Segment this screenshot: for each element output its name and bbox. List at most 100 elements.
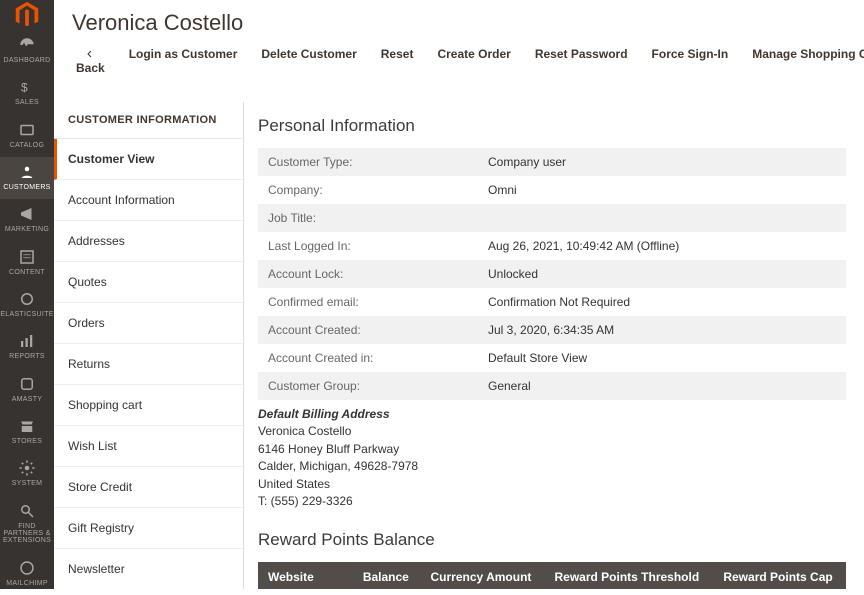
main-content: Personal Information Customer Type:Compa… xyxy=(244,102,864,589)
nav-label: FIND PARTNERS & EXTENSIONS xyxy=(2,523,52,545)
reward-col-header: Balance xyxy=(353,562,421,589)
reset-password-button[interactable]: Reset Password xyxy=(523,40,640,88)
create-order-label: Create Order xyxy=(437,48,510,62)
stores-icon xyxy=(18,417,36,435)
sidebar-tab-wish-list[interactable]: Wish List xyxy=(54,426,243,467)
sidebar-tab-newsletter[interactable]: Newsletter xyxy=(54,549,243,589)
content-icon xyxy=(18,248,36,266)
reward-col-header: Currency Amount xyxy=(421,562,545,589)
nav-label: CATALOG xyxy=(10,142,45,149)
login-as-label: Login as Customer xyxy=(129,48,238,62)
nav-item-reports[interactable]: REPORTS xyxy=(0,326,54,368)
admin-nav: DASHBOARD $ SALES CATALOG CUSTOMERS MARKETING… xyxy=(0,0,54,589)
field-value: Confirmation Not Required xyxy=(478,288,846,316)
sidebar-tab-returns[interactable]: Returns xyxy=(54,344,243,385)
force-signin-label: Force Sign-In xyxy=(652,48,729,62)
address-line: 6146 Honey Bluff Parkway xyxy=(258,441,846,458)
page-title: Veronica Costello xyxy=(54,0,864,40)
nav-item-partners[interactable]: FIND PARTNERS & EXTENSIONS xyxy=(0,496,54,553)
nav-label: CUSTOMERS xyxy=(3,184,50,191)
billing-title: Default Billing Address xyxy=(258,406,846,423)
field-label: Account Lock: xyxy=(258,260,478,288)
sidebar-tab-orders[interactable]: Orders xyxy=(54,303,243,344)
dashboard-icon xyxy=(18,36,36,54)
login-as-customer-button[interactable]: Login as Customer xyxy=(117,40,250,88)
nav-item-amasty[interactable]: AMASTY xyxy=(0,369,54,411)
field-label: Customer Group: xyxy=(258,372,478,400)
nav-label: STORES xyxy=(12,438,42,445)
sidebar-heading: CUSTOMER INFORMATION xyxy=(54,102,243,139)
field-value: Company user xyxy=(478,148,846,176)
field-value xyxy=(478,204,846,232)
address-line: T: (555) 229-3326 xyxy=(258,493,846,510)
delete-customer-button[interactable]: Delete Customer xyxy=(249,40,368,88)
personal-info-row: Customer Group:General xyxy=(258,372,846,400)
nav-label: REPORTS xyxy=(9,353,45,360)
reset-label: Reset xyxy=(381,48,414,62)
field-value: Default Store View xyxy=(478,344,846,372)
personal-info-row: Last Logged In:Aug 26, 2021, 10:49:42 AM… xyxy=(258,232,846,260)
content-body: CUSTOMER INFORMATION Customer ViewAccoun… xyxy=(54,102,864,589)
nav-item-stores[interactable]: STORES xyxy=(0,411,54,453)
delete-label: Delete Customer xyxy=(261,48,356,62)
nav-label: SYSTEM xyxy=(12,480,43,487)
nav-item-system[interactable]: SYSTEM xyxy=(0,453,54,495)
nav-item-dashboard[interactable]: DASHBOARD xyxy=(0,30,54,72)
field-value: Aug 26, 2021, 10:49:42 AM (Offline) xyxy=(478,232,846,260)
field-label: Job Title: xyxy=(258,204,478,232)
personal-info-row: Company:Omni xyxy=(258,176,846,204)
reset-button[interactable]: Reset xyxy=(369,40,426,88)
elasticsuite-icon xyxy=(18,290,36,308)
reset-password-label: Reset Password xyxy=(535,48,628,62)
personal-info-row: Account Created:Jul 3, 2020, 6:34:35 AM xyxy=(258,316,846,344)
personal-info-table: Customer Type:Company userCompany:OmniJo… xyxy=(258,148,846,400)
sidebar-tab-customer-view[interactable]: Customer View xyxy=(54,139,243,180)
nav-item-sales[interactable]: $ SALES xyxy=(0,72,54,114)
nav-item-content[interactable]: CONTENT xyxy=(0,242,54,284)
nav-item-marketing[interactable]: MARKETING xyxy=(0,199,54,241)
sidebar-tab-addresses[interactable]: Addresses xyxy=(54,221,243,262)
force-signin-button[interactable]: Force Sign-In xyxy=(640,40,741,88)
address-line: Veronica Costello xyxy=(258,423,846,440)
nav-label: ELASTICSUITE xyxy=(0,311,53,318)
nav-item-customers[interactable]: CUSTOMERS xyxy=(0,157,54,199)
nav-label: SALES xyxy=(15,99,39,106)
nav-label: MARKETING xyxy=(5,226,49,233)
personal-info-row: Account Created in:Default Store View xyxy=(258,344,846,372)
nav-item-elasticsuite[interactable]: ELASTICSUITE xyxy=(0,284,54,326)
customer-info-sidebar: CUSTOMER INFORMATION Customer ViewAccoun… xyxy=(54,102,244,589)
manage-cart-label: Manage Shopping Cart xyxy=(752,48,864,62)
nav-item-catalog[interactable]: CATALOG xyxy=(0,115,54,157)
marketing-icon xyxy=(18,205,36,223)
field-label: Last Logged In: xyxy=(258,232,478,260)
sidebar-tab-store-credit[interactable]: Store Credit xyxy=(54,467,243,508)
personal-info-heading: Personal Information xyxy=(258,116,846,136)
sidebar-tab-quotes[interactable]: Quotes xyxy=(54,262,243,303)
sales-icon: $ xyxy=(18,78,36,96)
create-order-button[interactable]: Create Order xyxy=(425,40,522,88)
sidebar-tab-gift-registry[interactable]: Gift Registry xyxy=(54,508,243,549)
action-bar: Back Login as Customer Delete Customer R… xyxy=(54,40,864,98)
personal-info-row: Job Title: xyxy=(258,204,846,232)
arrow-left-icon xyxy=(84,48,96,60)
nav-label: MAILCHIMP xyxy=(6,580,48,587)
reward-col-header: Website xyxy=(258,562,353,589)
back-button[interactable]: Back xyxy=(64,40,117,88)
nav-label: AMASTY xyxy=(12,396,43,403)
mailchimp-icon xyxy=(18,559,36,577)
sidebar-tab-account-information[interactable]: Account Information xyxy=(54,180,243,221)
default-billing-address: Default Billing Address Veronica Costell… xyxy=(258,406,846,510)
magento-logo[interactable] xyxy=(0,0,54,30)
svg-text:$: $ xyxy=(21,81,28,95)
reports-icon xyxy=(18,332,36,350)
field-label: Confirmed email: xyxy=(258,288,478,316)
manage-cart-button[interactable]: Manage Shopping Cart xyxy=(740,40,864,88)
nav-label: CONTENT xyxy=(9,269,45,276)
personal-info-row: Customer Type:Company user xyxy=(258,148,846,176)
system-icon xyxy=(18,459,36,477)
amasty-icon xyxy=(18,375,36,393)
field-value: Omni xyxy=(478,176,846,204)
partners-icon xyxy=(18,502,36,520)
sidebar-tab-shopping-cart[interactable]: Shopping cart xyxy=(54,385,243,426)
page: Veronica Costello Back Login as Customer… xyxy=(54,0,864,589)
